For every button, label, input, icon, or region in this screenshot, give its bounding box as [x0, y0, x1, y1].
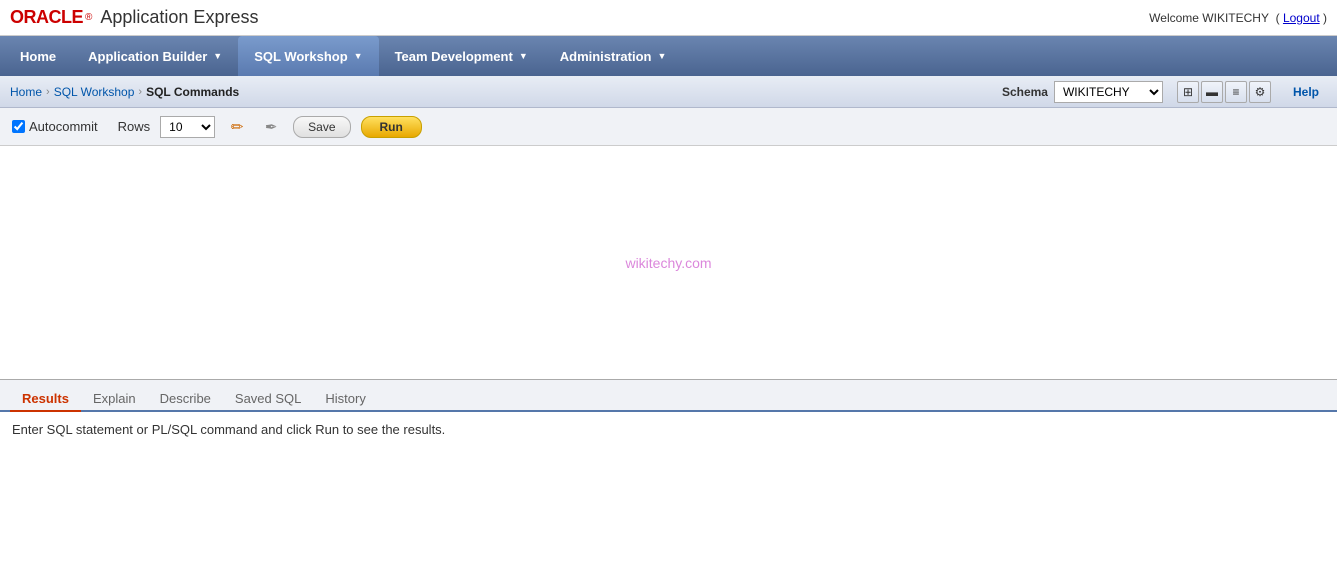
schema-select[interactable]: WIKITECHY SYS APEX_030200	[1054, 81, 1163, 103]
toolbar-icon-4[interactable]: ⚙	[1249, 81, 1271, 103]
nav-admin-arrow: ▼	[657, 51, 666, 61]
breadcrumb-sql-commands: SQL Commands	[146, 85, 239, 99]
nav-item-administration[interactable]: Administration ▼	[544, 36, 683, 76]
oracle-text: ORACLE	[10, 7, 83, 28]
app-express-title: Application Express	[100, 7, 258, 28]
schema-area: Schema WIKITECHY SYS APEX_030200 ⊞ ▬ ≡ ⚙…	[1002, 81, 1327, 103]
nav-bar: Home Application Builder ▼ SQL Workshop …	[0, 36, 1337, 76]
oracle-reg: ®	[85, 12, 92, 23]
nav-admin-label: Administration	[560, 49, 652, 64]
breadcrumb-sep-1: ›	[46, 86, 50, 98]
sql-toolbar: Autocommit Rows 10 25 50 100 200 ✏ ✒ Sav…	[0, 108, 1337, 146]
eraser-icon[interactable]: ✒	[259, 115, 283, 139]
sql-editor[interactable]	[0, 146, 1337, 376]
nav-sql-workshop-label: SQL Workshop	[254, 49, 347, 64]
results-content: Enter SQL statement or PL/SQL command an…	[0, 412, 1337, 472]
rows-label: Rows	[118, 119, 151, 134]
autocommit-area: Autocommit	[12, 119, 98, 134]
results-tabs-bar: Results Explain Describe Saved SQL Histo…	[0, 380, 1337, 412]
tab-history[interactable]: History	[313, 387, 377, 412]
results-empty-message: Enter SQL statement or PL/SQL command an…	[12, 422, 445, 437]
tab-results[interactable]: Results	[10, 387, 81, 412]
tab-describe[interactable]: Describe	[148, 387, 223, 412]
breadcrumb: Home › SQL Workshop › SQL Commands	[10, 85, 239, 99]
sql-editor-container: wikitechy.com	[0, 146, 1337, 380]
nav-item-sql-workshop[interactable]: SQL Workshop ▼	[238, 36, 378, 76]
nav-sql-workshop-arrow: ▼	[354, 51, 363, 61]
nav-item-app-builder[interactable]: Application Builder ▼	[72, 36, 238, 76]
tab-explain[interactable]: Explain	[81, 387, 148, 412]
breadcrumb-sep-2: ›	[138, 86, 142, 98]
tab-saved-sql[interactable]: Saved SQL	[223, 387, 314, 412]
nav-team-dev-label: Team Development	[395, 49, 513, 64]
user-area: Welcome WIKITECHY ( Logout )	[1149, 11, 1327, 25]
save-button[interactable]: Save	[293, 116, 350, 138]
top-bar: ORACLE® Application Express Welcome WIKI…	[0, 0, 1337, 36]
welcome-text: Welcome WIKITECHY	[1149, 11, 1269, 25]
breadcrumb-sql-workshop[interactable]: SQL Workshop	[54, 85, 135, 99]
logo-area: ORACLE® Application Express	[10, 7, 258, 28]
schema-label: Schema	[1002, 85, 1048, 99]
autocommit-label: Autocommit	[29, 119, 98, 134]
nav-team-dev-arrow: ▼	[519, 51, 528, 61]
nav-app-builder-arrow: ▼	[213, 51, 222, 61]
oracle-logo: ORACLE®	[10, 7, 92, 28]
pencil-icon[interactable]: ✏	[225, 115, 249, 139]
nav-app-builder-label: Application Builder	[88, 49, 207, 64]
autocommit-checkbox[interactable]	[12, 120, 25, 133]
nav-item-home[interactable]: Home	[4, 36, 72, 76]
toolbar-icon-2[interactable]: ▬	[1201, 81, 1223, 103]
nav-home-label: Home	[20, 49, 56, 64]
rows-select[interactable]: 10 25 50 100 200	[160, 116, 215, 138]
breadcrumb-home[interactable]: Home	[10, 85, 42, 99]
toolbar-icon-3[interactable]: ≡	[1225, 81, 1247, 103]
breadcrumb-bar: Home › SQL Workshop › SQL Commands Schem…	[0, 76, 1337, 108]
help-button[interactable]: Help	[1285, 83, 1327, 101]
toolbar-icons: ⊞ ▬ ≡ ⚙	[1177, 81, 1271, 103]
logout-link[interactable]: Logout	[1283, 11, 1320, 25]
nav-item-team-development[interactable]: Team Development ▼	[379, 36, 544, 76]
run-button[interactable]: Run	[361, 116, 422, 138]
toolbar-icon-1[interactable]: ⊞	[1177, 81, 1199, 103]
